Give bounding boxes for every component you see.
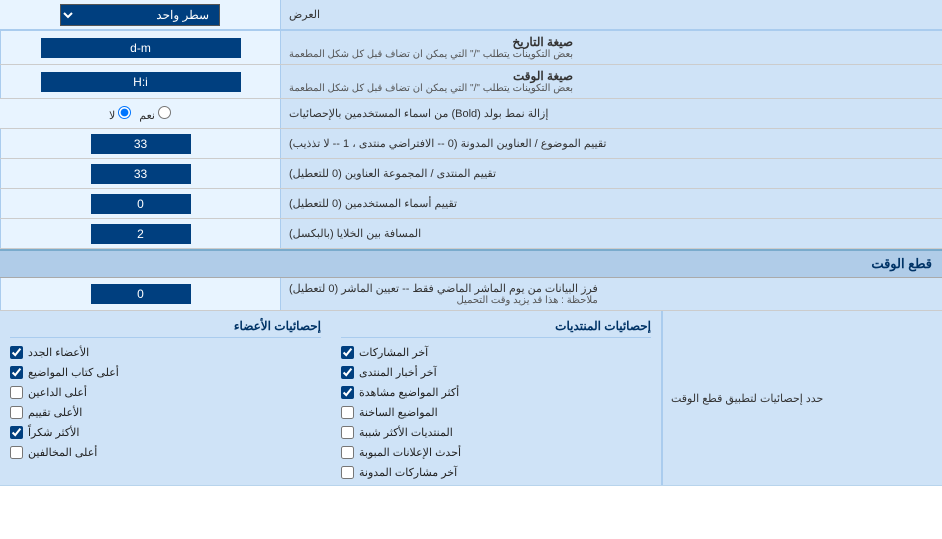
topics-sort-input[interactable] [91,134,191,154]
cb-item: الأعلى تقييم [10,404,321,421]
checkboxes-block: إحصائيات المنتديات آخر المشاركات آخر أخب… [0,311,662,485]
topics-sort-row: تقييم الموضوع / العناوين المدونة (0 -- ا… [0,129,942,159]
topics-sort-label: تقييم الموضوع / العناوين المدونة (0 -- ا… [280,129,942,158]
forum-sort-input[interactable] [91,164,191,184]
spacing-input[interactable] [91,224,191,244]
bold-remove-radio-cell: نعم لا [0,99,280,128]
date-format-row: صيغة التاريخ بعض التكوينات يتطلب "/" الت… [0,31,942,65]
cb-col-forums: إحصائيات المنتديات آخر المشاركات آخر أخب… [331,311,662,485]
bold-remove-radio-group: نعم لا [109,106,171,122]
col2-header: إحصائيات الأعضاء [10,315,321,338]
date-format-sublabel: بعض التكوينات يتطلب "/" التي يمكن ان تضا… [289,49,573,60]
cutoff-days-row: فرز البيانات من يوم الماشر الماضي فقط --… [0,278,942,311]
cutoff-days-sublabel: ملاحظة : هذا قد يزيد وقت التحميل [289,295,598,306]
time-format-title: صيغة الوقت [289,69,573,83]
time-format-label: صيغة الوقت بعض التكوينات يتطلب "/" التي … [280,65,942,98]
top-label: العرض [280,0,942,30]
page-wrapper: العرض سطر واحد سطرين ثلاثة أسطر صيغة الت… [0,0,942,539]
forum-sort-input-cell [0,159,280,188]
cb-akthar-mawadeeh[interactable] [341,386,354,399]
cb-ahdath-eilanat[interactable] [341,446,354,459]
cb-mawadeeh-sakhna[interactable] [341,406,354,419]
bold-remove-label: إزالة نمط بولد (Bold) من اسماء المستخدمي… [280,99,942,128]
stats-limit-title: حدد إحصائيات لتطبيق قطع الوقت [671,392,823,405]
cb-akhir-madwana[interactable] [341,466,354,479]
dropdown-cell: سطر واحد سطرين ثلاثة أسطر [0,0,280,30]
usernames-sort-row: تقييم أسماء المستخدمين (0 للتعطيل) [0,189,942,219]
cutoff-days-label: فرز البيانات من يوم الماشر الماضي فقط --… [280,278,942,310]
radio-no[interactable] [118,106,131,119]
cb-item: آخر أخبار المنتدى [341,364,651,381]
cb-item: أحدث الإعلانات المبوبة [341,444,651,461]
topics-sort-title: تقييم الموضوع / العناوين المدونة (0 -- ا… [289,137,606,150]
radio-no-text: لا [109,110,115,122]
cutoff-days-input[interactable] [91,284,191,304]
cutoff-section-header: قطع الوقت [0,249,942,278]
forum-sort-label: تقييم المنتدى / المجموعة العناوين (0 للت… [280,159,942,188]
date-format-label: صيغة التاريخ بعض التكوينات يتطلب "/" الت… [280,31,942,64]
usernames-sort-input-cell [0,189,280,218]
spacing-row: المسافة بين الخلايا (بالبكسل) [0,219,942,249]
cb-item: أعلى المخالفين [10,444,321,461]
stats-limit-label: حدد إحصائيات لتطبيق قطع الوقت [662,311,942,485]
cb-item: المنتديات الأكثر شببة [341,424,651,441]
bold-remove-title: إزالة نمط بولد (Bold) من اسماء المستخدمي… [289,107,548,120]
cb-item: آخر المشاركات [341,344,651,361]
cb-item: أكثر المواضيع مشاهدة [341,384,651,401]
time-format-sublabel: بعض التكوينات يتطلب "/" التي يمكن ان تضا… [289,83,573,94]
spacing-input-cell [0,219,280,248]
display-dropdown[interactable]: سطر واحد سطرين ثلاثة أسطر [60,4,220,26]
cb-item: أعلى كتاب المواضيع [10,364,321,381]
spacing-title: المسافة بين الخلايا (بالبكسل) [289,227,421,240]
cutoff-section-title: قطع الوقت [871,256,932,271]
usernames-sort-title: تقييم أسماء المستخدمين (0 للتعطيل) [289,197,457,210]
time-format-row: صيغة الوقت بعض التكوينات يتطلب "/" التي … [0,65,942,99]
cb-aala-taqeem[interactable] [10,406,23,419]
cb-muntadayat-akthar[interactable] [341,426,354,439]
cb-item: آخر مشاركات المدونة [341,464,651,481]
cb-akhir-akhbar[interactable] [341,366,354,379]
bold-remove-row: إزالة نمط بولد (Bold) من اسماء المستخدمي… [0,99,942,129]
date-format-input-cell [0,31,280,64]
cb-item: أعلى الداعين [10,384,321,401]
cb-col-members: إحصائيات الأعضاء الأعضاء الجدد أعلى كتاب… [0,311,331,485]
radio-yes-label: نعم [139,106,171,122]
date-format-title: صيغة التاريخ [289,35,573,49]
cb-aala-mukhalefen[interactable] [10,446,23,459]
topics-sort-input-cell [0,129,280,158]
top-row: العرض سطر واحد سطرين ثلاثة أسطر [0,0,942,31]
cb-aala-kottab[interactable] [10,366,23,379]
radio-no-label: لا [109,106,131,122]
usernames-sort-input[interactable] [91,194,191,214]
date-format-input[interactable] [41,38,241,58]
col1-header: إحصائيات المنتديات [341,315,651,338]
cb-item: الأعضاء الجدد [10,344,321,361]
spacing-label: المسافة بين الخلايا (بالبكسل) [280,219,942,248]
radio-yes[interactable] [158,106,171,119]
usernames-sort-label: تقييم أسماء المستخدمين (0 للتعطيل) [280,189,942,218]
forum-sort-row: تقييم المنتدى / المجموعة العناوين (0 للت… [0,159,942,189]
cutoff-days-title: فرز البيانات من يوم الماشر الماضي فقط --… [289,282,598,295]
cb-aala-daeen[interactable] [10,386,23,399]
cb-aadaa-jodod[interactable] [10,346,23,359]
time-format-input[interactable] [41,72,241,92]
cb-akhir-mosharkaat[interactable] [341,346,354,359]
cb-akthar-shukran[interactable] [10,426,23,439]
radio-yes-text: نعم [139,110,155,122]
cb-item: المواضيع الساخنة [341,404,651,421]
time-format-input-cell [0,65,280,98]
stats-checkboxes-row: حدد إحصائيات لتطبيق قطع الوقت إحصائيات ا… [0,311,942,486]
cutoff-days-input-cell [0,278,280,310]
forum-sort-title: تقييم المنتدى / المجموعة العناوين (0 للت… [289,167,496,180]
cb-item: الأكثر شكراً [10,424,321,441]
top-label-text: العرض [289,8,320,21]
